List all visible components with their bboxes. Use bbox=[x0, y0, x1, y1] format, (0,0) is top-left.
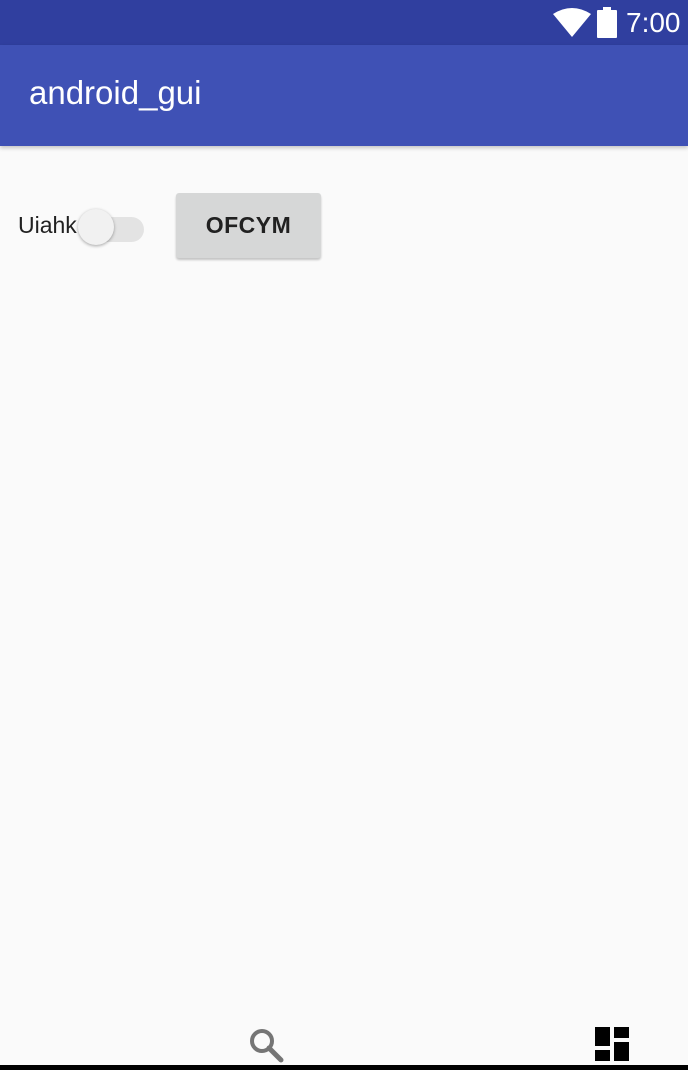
switch-label: Uiahk bbox=[18, 212, 77, 238]
search-icon[interactable] bbox=[248, 1027, 284, 1063]
navigation-bar-edge bbox=[0, 1065, 688, 1070]
bottom-bar bbox=[0, 1005, 688, 1065]
ofcym-button[interactable]: OFCYM bbox=[176, 193, 321, 258]
toggle-switch[interactable] bbox=[78, 206, 146, 245]
status-bar: 7:00 bbox=[0, 0, 688, 45]
status-time: 7:00 bbox=[626, 7, 681, 38]
battery-icon bbox=[597, 7, 617, 38]
dashboard-icon[interactable] bbox=[595, 1027, 629, 1061]
app-bar: android_gui bbox=[0, 45, 688, 146]
switch-thumb bbox=[78, 209, 114, 245]
app-title: android_gui bbox=[29, 74, 202, 111]
wifi-icon bbox=[553, 8, 591, 37]
